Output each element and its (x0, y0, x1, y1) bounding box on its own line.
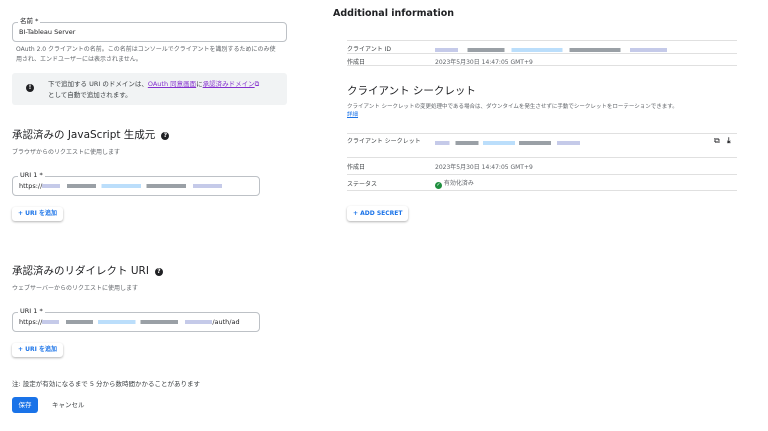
secret-label: クライアント シークレット (347, 138, 421, 145)
check-circle-icon: ✓ (435, 182, 442, 189)
client-secret-desc: クライアント シークレットの変更処理中である場合は、ダウンタイムを発生させずに手… (347, 104, 678, 110)
uri-prefix: https:// (19, 318, 43, 326)
save-button[interactable]: 保存 (12, 397, 38, 413)
name-input[interactable]: 名前 * BI-Tableau Server (12, 17, 287, 42)
redacted-uri (42, 320, 213, 324)
status-value: 有効化済み (443, 180, 474, 187)
add-label: URI を追加 (25, 346, 57, 353)
learn-more-link[interactable]: 詳細 (347, 110, 358, 118)
additional-info-title: Additional information (333, 8, 455, 19)
help-icon[interactable]: ? (161, 132, 170, 140)
name-label: 名前 * (18, 17, 41, 25)
add-redirect-uri-button[interactable]: + URI を追加 (12, 343, 63, 357)
note-text: 注: 設定が有効になるまで 5 分から数時間かかることがあります (12, 380, 201, 388)
plus-icon: + (353, 210, 359, 217)
uri-label: URI 1 * (18, 171, 45, 179)
client-id-label: クライアント ID (347, 46, 392, 53)
js-origins-title: 承認済みの JavaScript 生成元 (12, 129, 156, 141)
add-secret-label: ADD SECRET (360, 210, 403, 217)
consent-screen-link[interactable]: OAuth 同意画面 (148, 80, 196, 88)
js-origins-subtitle: ブラウザからのリクエストに使用します (12, 149, 121, 156)
js-origin-uri-input[interactable]: URI 1 * https:// (12, 171, 260, 196)
add-secret-button[interactable]: + ADD SECRET (347, 206, 409, 221)
plus-icon: + (18, 210, 24, 217)
copy-icon[interactable]: ⧉ (714, 136, 720, 146)
add-label: URI を追加 (25, 210, 57, 217)
info-text: 下で追加する URI のドメインは、 (48, 80, 148, 88)
cancel-button[interactable]: キャンセル (52, 397, 85, 413)
name-value: BI-Tableau Server (19, 28, 76, 36)
redacted-uri (42, 184, 223, 188)
info-icon: ! (26, 84, 34, 92)
name-helper: OAuth 2.0 クライアントの名前。この名前はコンソールでクライアントを識別… (16, 46, 276, 63)
plus-icon: + (18, 346, 24, 353)
created-value: 2023年5月30日 14:47:05 GMT+9 (435, 59, 533, 66)
redacted-client-id (435, 47, 667, 52)
info-text: として自動で追加されます。 (48, 91, 132, 99)
authorized-domains-link[interactable]: 承認済みドメイン (203, 80, 255, 88)
redirect-uri-input[interactable]: URI 1 * https:// /auth/ad (12, 307, 260, 332)
secret-created-label: 作成日 (347, 164, 366, 171)
uri-label: URI 1 * (18, 307, 45, 315)
info-box: ! 下で追加する URI のドメインは、OAuth 同意画面に承認済みドメイン⧉… (12, 73, 287, 105)
uri-prefix: https:// (19, 182, 43, 190)
help-icon[interactable]: ? (154, 268, 163, 276)
created-label: 作成日 (347, 59, 366, 66)
download-icon[interactable]: ⤓ (727, 136, 731, 146)
redirect-title: 承認済みのリダイレクト URI (12, 265, 149, 277)
secret-created-value: 2023年5月30日 14:47:05 GMT+9 (435, 164, 533, 171)
redacted-secret (435, 140, 580, 145)
external-link-icon: ⧉ (254, 80, 260, 88)
status-label: ステータス (347, 181, 378, 188)
client-secret-title: クライアント シークレット (347, 85, 476, 97)
redirect-subtitle: ウェブサーバーからのリクエストに使用します (12, 285, 138, 292)
uri-suffix: /auth/ad (212, 318, 240, 326)
add-js-origin-button[interactable]: + URI を追加 (12, 207, 63, 221)
